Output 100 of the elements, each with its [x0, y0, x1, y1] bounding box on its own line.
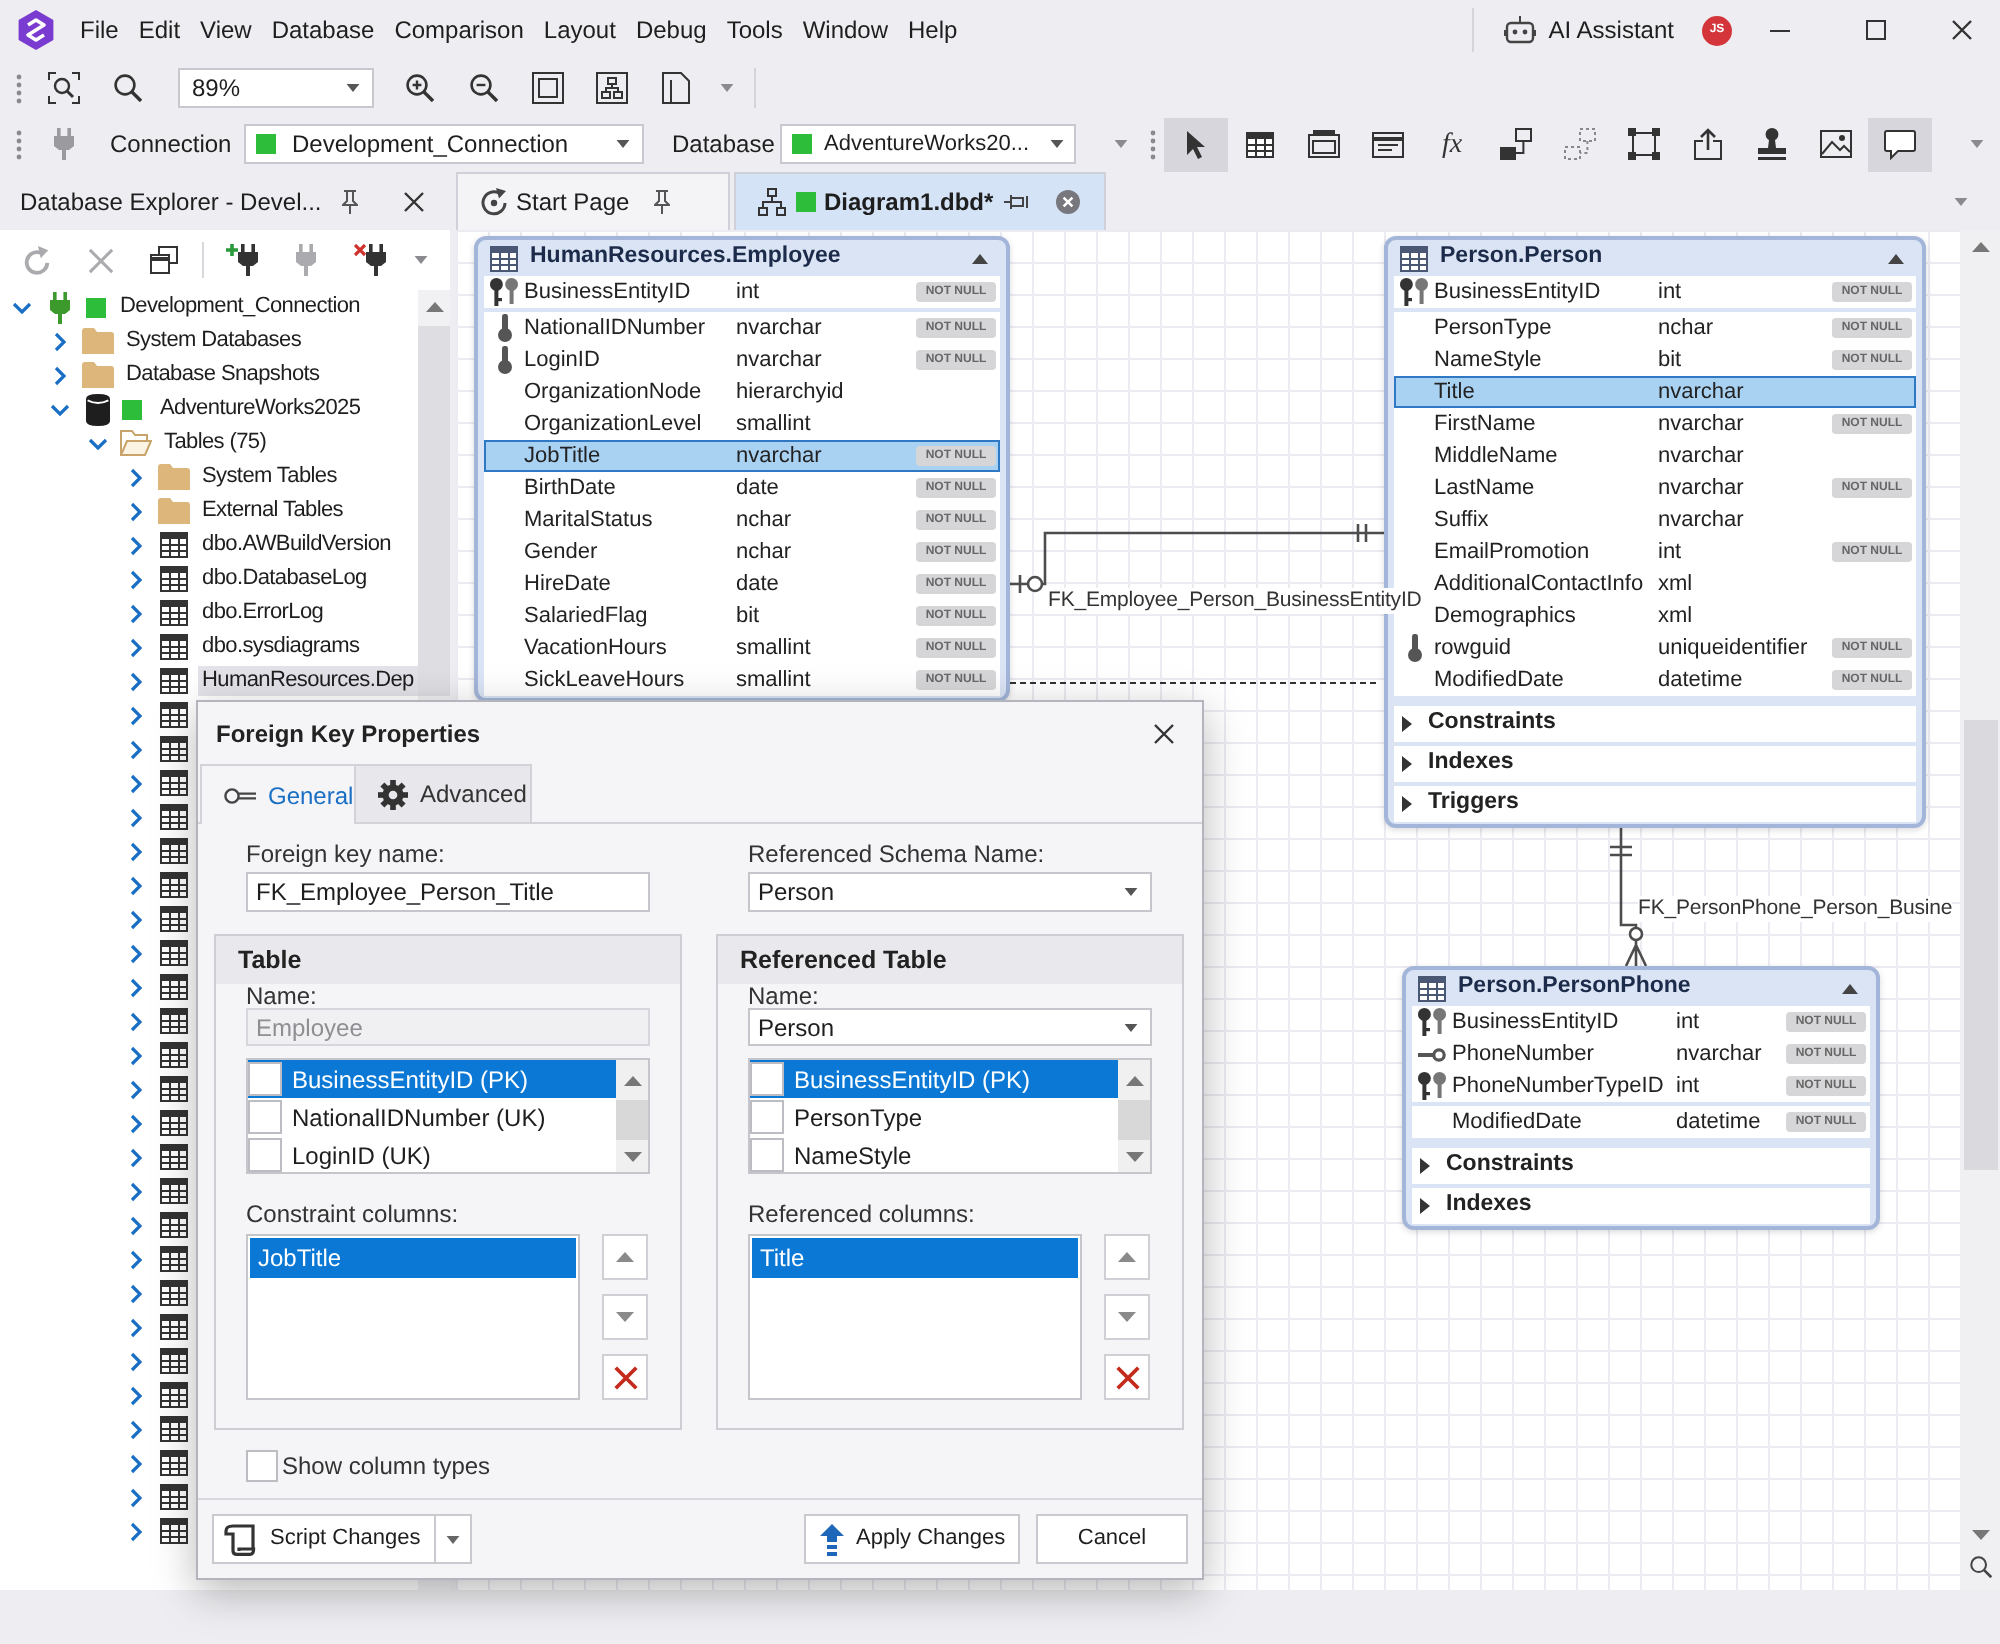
checklist[interactable]: BusinessEntityID (PK) PersonType NameStyle	[748, 1058, 1152, 1174]
tree-item[interactable]: System Tables	[198, 462, 341, 492]
menu-item[interactable]: Debug	[625, 6, 717, 54]
checkbox[interactable]	[750, 1062, 784, 1096]
table-icon[interactable]	[160, 1246, 188, 1272]
checkbox[interactable]	[248, 1062, 282, 1096]
list-item[interactable]: JobTitle	[250, 1238, 576, 1278]
table-icon[interactable]	[160, 1416, 188, 1442]
chevron-right-icon[interactable]	[130, 1113, 142, 1133]
menu-item[interactable]: Tools	[716, 6, 793, 54]
menu-item[interactable]: Comparison	[384, 6, 534, 54]
move-up-button[interactable]	[602, 1234, 648, 1280]
chevron-right-icon[interactable]	[130, 773, 142, 793]
tree-item[interactable]: Tables (75)	[160, 428, 271, 458]
table-icon[interactable]	[160, 838, 188, 864]
menu-item[interactable]: Window	[792, 6, 899, 54]
chevron-right-icon[interactable]	[130, 501, 142, 521]
checkbox[interactable]	[750, 1100, 784, 1134]
dialog-tab[interactable]: General	[200, 764, 356, 824]
menu-item[interactable]: Database	[261, 6, 385, 54]
column-row[interactable]: MiddleName nvarchar	[1394, 440, 1916, 472]
chevron-right-icon[interactable]	[130, 671, 142, 691]
section-header[interactable]: Indexes	[1394, 746, 1916, 782]
menu-item[interactable]: Layout	[533, 6, 626, 54]
chevron-right-icon[interactable]	[130, 603, 142, 623]
chevron-right-icon[interactable]	[130, 977, 142, 997]
chevron-right-icon[interactable]	[130, 1453, 142, 1473]
section-header[interactable]: Constraints	[1412, 1148, 1870, 1184]
document-tab[interactable]: Diagram1.dbd*	[734, 172, 1106, 230]
tree-item[interactable]: AdventureWorks2025	[156, 394, 365, 424]
chevron-right-icon[interactable]	[130, 739, 142, 759]
chevron-right-icon[interactable]	[130, 1351, 142, 1371]
list-item[interactable]: NameStyle	[750, 1136, 1118, 1172]
table-icon[interactable]	[160, 1076, 188, 1102]
table-icon[interactable]	[160, 1382, 188, 1408]
remove-button[interactable]	[602, 1354, 648, 1400]
table-icon[interactable]	[160, 1212, 188, 1238]
chevron-right-icon[interactable]	[130, 1385, 142, 1405]
table-icon[interactable]	[160, 1144, 188, 1170]
apply-changes-button[interactable]: Apply Changes	[804, 1514, 1020, 1564]
table-icon[interactable]	[160, 974, 188, 1000]
menu-item[interactable]: Edit	[128, 6, 191, 54]
chevron-right-icon[interactable]	[130, 637, 142, 657]
table-icon[interactable]	[160, 1518, 188, 1544]
chevron-right-icon[interactable]	[130, 467, 142, 487]
tree-item[interactable]: dbo.sysdiagrams	[198, 632, 364, 662]
chevron-right-icon[interactable]	[130, 1045, 142, 1065]
tree-item[interactable]: dbo.AWBuildVersion	[198, 530, 395, 560]
checkbox[interactable]	[248, 1100, 282, 1134]
tree-item[interactable]: HumanResources.Dep	[198, 666, 418, 696]
chevron-right-icon[interactable]	[130, 1249, 142, 1269]
table-icon[interactable]	[160, 1348, 188, 1374]
list-item[interactable]: BusinessEntityID (PK)	[750, 1060, 1118, 1098]
move-up-button[interactable]	[1104, 1234, 1150, 1280]
tree-item[interactable]: External Tables	[198, 496, 348, 526]
table-icon[interactable]	[160, 702, 188, 728]
menu-item[interactable]: File	[70, 6, 129, 54]
chevron-right-icon[interactable]	[130, 909, 142, 929]
dropdown-field[interactable]: Person	[748, 872, 1152, 912]
list-item[interactable]: PersonType	[750, 1098, 1118, 1136]
connection-dropdown[interactable]: Development_Connection	[244, 124, 644, 164]
tree-item[interactable]: Database Snapshots	[122, 360, 324, 390]
script-changes-button[interactable]: Script Changes	[212, 1514, 436, 1564]
table-icon[interactable]	[160, 1280, 188, 1306]
checkbox[interactable]	[750, 1138, 784, 1172]
chevron-right-icon[interactable]	[130, 1011, 142, 1031]
chevron-right-icon[interactable]	[54, 365, 66, 385]
menu-item[interactable]: View	[190, 6, 262, 54]
table-icon[interactable]	[160, 770, 188, 796]
table-icon[interactable]	[160, 906, 188, 932]
move-down-button[interactable]	[602, 1294, 648, 1340]
section-header[interactable]: Triggers	[1394, 786, 1916, 822]
table-icon[interactable]	[160, 1450, 188, 1476]
checklist[interactable]: BusinessEntityID (PK) NationalIDNumber (UK) LoginID (UK)	[246, 1058, 650, 1174]
scroll-thumb[interactable]	[1963, 720, 1997, 1170]
dialog-tab[interactable]: Advanced	[356, 764, 532, 822]
checkbox-label[interactable]: Show column types	[282, 1448, 491, 1484]
chevron-right-icon[interactable]	[130, 1317, 142, 1337]
tree-item[interactable]: dbo.DatabaseLog	[198, 564, 371, 594]
caret-up-icon[interactable]	[972, 253, 988, 263]
chevron-down-icon[interactable]	[88, 437, 108, 449]
scroll-thumb[interactable]	[616, 1100, 648, 1140]
chevron-right-icon[interactable]	[130, 1487, 142, 1507]
scroll-thumb[interactable]	[418, 326, 450, 696]
cancel-button[interactable]: Cancel	[1036, 1514, 1188, 1564]
list-item[interactable]: Title	[752, 1238, 1078, 1278]
checkbox[interactable]	[248, 1138, 282, 1172]
chevron-right-icon[interactable]	[54, 331, 66, 351]
table-icon[interactable]	[160, 1178, 188, 1204]
chevron-right-icon[interactable]	[130, 535, 142, 555]
chevron-right-icon[interactable]	[130, 705, 142, 725]
table-icon[interactable]	[160, 804, 188, 830]
chevron-right-icon[interactable]	[130, 1079, 142, 1099]
dropdown-field[interactable]: Person	[748, 1008, 1152, 1046]
table-icon[interactable]	[160, 1110, 188, 1136]
ai-assistant-button[interactable]: AI Assistant	[1496, 6, 1682, 54]
listbox[interactable]: Title	[748, 1234, 1082, 1400]
scrollbar[interactable]	[1118, 1060, 1150, 1172]
chevron-right-icon[interactable]	[130, 1181, 142, 1201]
chevron-down-icon[interactable]	[50, 403, 70, 415]
